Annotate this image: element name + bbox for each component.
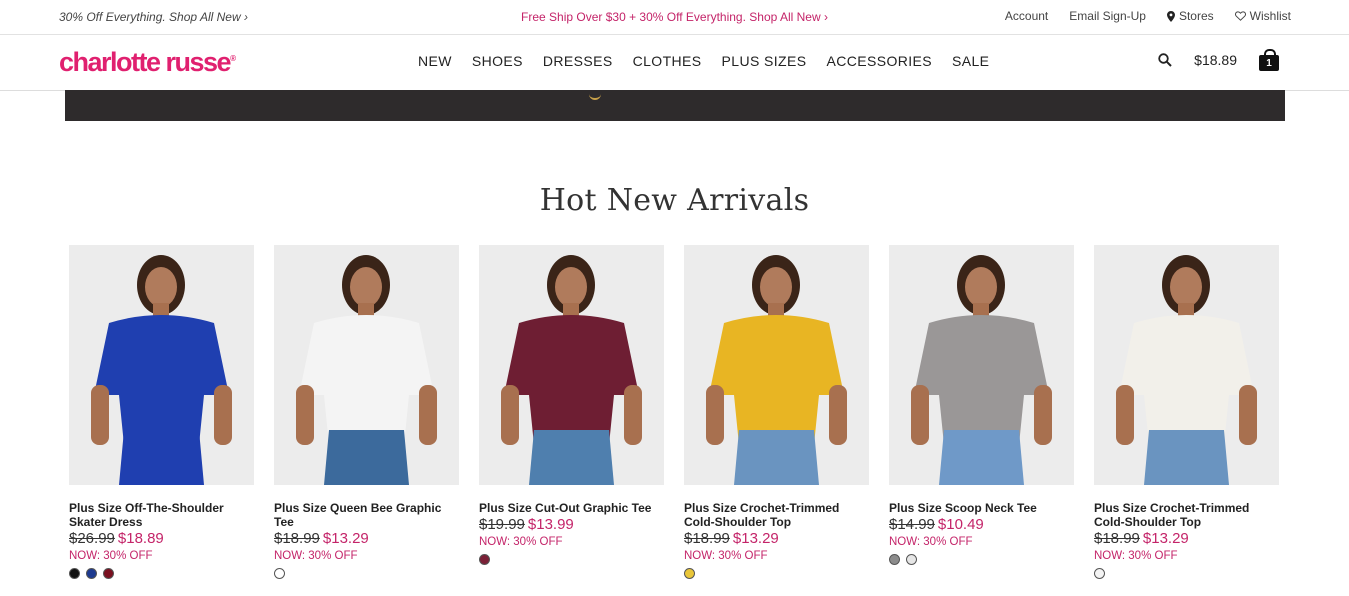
brand-logo[interactable]: charlotte russe® — [59, 47, 236, 78]
product-image[interactable] — [889, 245, 1074, 485]
product-prices: $19.99 $13.99 — [479, 516, 664, 533]
original-price: $18.99 — [274, 530, 320, 547]
discount-label: NOW: 30% OFF — [69, 550, 153, 562]
sale-price: $13.99 — [527, 516, 574, 533]
email-signup-link[interactable]: Email Sign-Up — [1069, 9, 1146, 23]
color-swatches — [889, 554, 1074, 565]
nav-plus-sizes[interactable]: PLUS SIZES — [712, 53, 817, 69]
product-name[interactable]: Plus Size Crochet-Trimmed Cold-Shoulder … — [684, 501, 869, 529]
discount-label: NOW: 30% OFF — [684, 550, 768, 562]
wishlist-label: Wishlist — [1249, 9, 1291, 23]
map-pin-icon — [1166, 10, 1175, 22]
sale-price: $13.29 — [732, 530, 779, 547]
color-swatches — [479, 554, 664, 565]
stores-label: Stores — [1178, 9, 1214, 23]
product-card[interactable]: Plus Size Crochet-Trimmed Cold-Shoulder … — [1094, 245, 1279, 579]
promo-banner[interactable] — [65, 90, 1285, 121]
color-swatches — [274, 568, 459, 579]
nav-accessories[interactable]: ACCESSORIES — [816, 53, 942, 69]
product-grid: Plus Size Off-The-Shoulder Skater Dress … — [69, 245, 1279, 579]
product-photo[interactable] — [889, 245, 1074, 485]
original-price: $18.99 — [1094, 530, 1140, 547]
main-header: charlotte russe® NEW SHOES DRESSES CLOTH… — [0, 35, 1349, 91]
product-name[interactable]: Plus Size Crochet-Trimmed Cold-Shoulder … — [1094, 501, 1279, 529]
product-photo[interactable] — [274, 245, 459, 485]
cart-total[interactable]: $18.89 — [1194, 52, 1237, 68]
sale-price: $18.89 — [117, 530, 164, 547]
product-image[interactable] — [479, 245, 664, 485]
product-image[interactable] — [684, 245, 869, 485]
color-swatches — [1094, 568, 1279, 579]
nav-sale[interactable]: SALE — [942, 53, 999, 69]
product-name[interactable]: Plus Size Off-The-Shoulder Skater Dress — [69, 501, 254, 529]
product-prices: $18.99 $13.29 — [274, 530, 459, 547]
product-name[interactable]: Plus Size Cut-Out Graphic Tee — [479, 501, 664, 515]
product-name[interactable]: Plus Size Queen Bee Graphic Tee — [274, 501, 459, 529]
original-price: $19.99 — [479, 516, 525, 533]
search-icon[interactable] — [1158, 53, 1172, 67]
color-swatch[interactable] — [86, 568, 97, 579]
original-price: $26.99 — [69, 530, 115, 547]
sale-price: $10.49 — [937, 516, 984, 533]
nav-new[interactable]: NEW — [408, 53, 462, 69]
original-price: $18.99 — [684, 530, 730, 547]
section-title: Hot New Arrivals — [539, 183, 810, 218]
product-image[interactable] — [274, 245, 459, 485]
color-swatch[interactable] — [889, 554, 900, 565]
brand-logo-text: charlotte russe — [59, 47, 232, 77]
wishlist-link[interactable]: Wishlist — [1234, 9, 1291, 23]
color-swatch[interactable] — [103, 568, 114, 579]
nav-clothes[interactable]: CLOTHES — [623, 53, 712, 69]
product-card[interactable]: Plus Size Off-The-Shoulder Skater Dress … — [69, 245, 254, 579]
color-swatch[interactable] — [906, 554, 917, 565]
color-swatch[interactable] — [479, 554, 490, 565]
color-swatch[interactable] — [274, 568, 285, 579]
product-card[interactable]: Plus Size Cut-Out Graphic Tee $19.99 $13.… — [479, 245, 664, 579]
product-card[interactable]: Plus Size Scoop Neck Tee $14.99 $10.49 NO… — [889, 245, 1074, 579]
product-photo[interactable] — [1094, 245, 1279, 485]
product-prices: $18.99 $13.29 — [684, 530, 869, 547]
sale-price: $13.29 — [322, 530, 369, 547]
color-swatch[interactable] — [69, 568, 80, 579]
heart-icon — [1234, 11, 1246, 21]
product-image[interactable] — [69, 245, 254, 485]
shopping-bag-icon[interactable]: 1 — [1259, 49, 1279, 71]
product-prices: $18.99 $13.29 — [1094, 530, 1279, 547]
product-photo[interactable] — [479, 245, 664, 485]
promo-bar: 30% Off Everything. Shop All New › Free … — [0, 0, 1349, 35]
stores-link[interactable]: Stores — [1166, 9, 1214, 23]
utility-links: Account Email Sign-Up Stores Wishlist — [1005, 9, 1291, 23]
discount-label: NOW: 30% OFF — [274, 550, 358, 562]
discount-label: NOW: 30% OFF — [1094, 550, 1178, 562]
product-prices: $14.99 $10.49 — [889, 516, 1074, 533]
nav-shoes[interactable]: SHOES — [462, 53, 533, 69]
account-link[interactable]: Account — [1005, 9, 1048, 23]
product-name[interactable]: Plus Size Scoop Neck Tee — [889, 501, 1074, 515]
discount-label: NOW: 30% OFF — [889, 536, 973, 548]
original-price: $14.99 — [889, 516, 935, 533]
product-prices: $26.99 $18.89 — [69, 530, 254, 547]
discount-label: NOW: 30% OFF — [479, 536, 563, 548]
product-card[interactable]: Plus Size Crochet-Trimmed Cold-Shoulder … — [684, 245, 869, 579]
nav-dresses[interactable]: DRESSES — [533, 53, 623, 69]
product-card[interactable]: Plus Size Queen Bee Graphic Tee $18.99 $1… — [274, 245, 459, 579]
main-nav: NEW SHOES DRESSES CLOTHES PLUS SIZES ACC… — [408, 53, 999, 69]
product-photo[interactable] — [684, 245, 869, 485]
product-photo[interactable] — [69, 245, 254, 485]
color-swatch[interactable] — [1094, 568, 1105, 579]
color-swatches — [684, 568, 869, 579]
cart-count: 1 — [1266, 58, 1272, 69]
color-swatches — [69, 568, 254, 579]
color-swatch[interactable] — [684, 568, 695, 579]
sale-price: $13.29 — [1142, 530, 1189, 547]
product-image[interactable] — [1094, 245, 1279, 485]
header-tools: $18.89 1 — [1158, 49, 1279, 71]
